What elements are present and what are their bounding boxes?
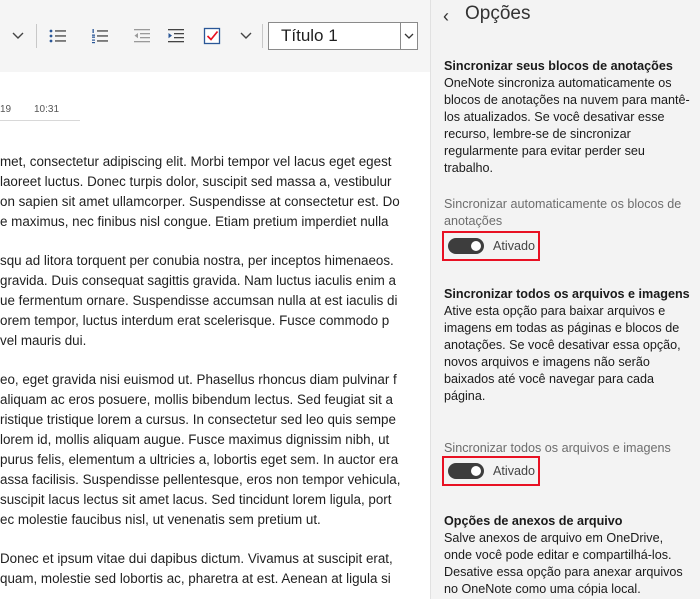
sync-files-toggle[interactable]: Ativado [442,456,540,486]
back-arrow-icon[interactable]: ‹ [443,6,449,27]
text-line: gravida. Duis consequat sagittis gravida… [0,273,396,288]
page-date: 19 [0,104,12,115]
text-line: suscipit lacus lectus sit amet lacus. Se… [0,492,392,507]
ribbon-toolbar: Título 1 [0,0,430,72]
attachments-heading: Opções de anexos de arquivo [444,514,623,528]
sync-files-section: Sincronizar todos os arquivos e imagens … [444,286,694,405]
sync-notebooks-section: Sincronizar seus blocos de anotações One… [444,58,694,177]
sync-notebooks-toggle-label: Sincronizar automaticamente os blocos de… [444,197,682,228]
chevron-down-icon[interactable] [400,23,417,49]
toggle-switch[interactable] [448,238,484,254]
text-line: laoreet luctus. Donec turpis dolor, susc… [0,174,392,189]
note-paragraph[interactable]: met, consectetur adipiscing elit. Morbi … [0,152,430,232]
sync-files-heading: Sincronizar todos os arquivos e imagens [444,287,690,301]
paragraph-style-value: Título 1 [281,26,338,45]
attachments-section: Opções de anexos de arquivo Salve anexos… [444,513,694,598]
text-line: squ ad litora torquent per conubia nostr… [0,253,394,268]
sync-files-description: Ative esta opção para baixar arquivos e … [444,304,681,403]
note-paragraph[interactable]: squ ad litora torquent per conubia nostr… [0,251,430,351]
attachments-description: Salve anexos de arquivo em OneDrive, ond… [444,531,683,596]
chevron-down-icon[interactable] [236,24,256,48]
sync-notebooks-toggle[interactable]: Ativado [442,231,540,261]
chevron-down-icon[interactable] [8,24,28,48]
text-line: lorem id, mollis aliquam augue. Fusce ma… [0,432,390,447]
toggle-state-label: Ativado [493,239,536,253]
panel-title: Opções [465,3,531,24]
text-line: assa facilisis. Suspendisse pellentesque… [0,472,401,487]
sync-files-toggle-label: Sincronizar todos os arquivos e imagens [444,441,671,455]
text-line: eo, eget gravida nisi euismod ut. Phasel… [0,372,397,387]
text-line: quam, molestie sed lobortis ac, pharetra… [0,571,391,586]
text-line: ristique tristique lorem a cursus. In co… [0,412,396,427]
todo-checkbox-icon[interactable] [200,24,224,48]
numbered-list-icon[interactable] [88,24,112,48]
bullet-list-icon[interactable] [46,24,70,48]
page-time: 10:31 [34,104,60,115]
note-body[interactable]: met, consectetur adipiscing elit. Morbi … [0,152,430,589]
options-panel: ‹ Opções Sincronizar seus blocos de anot… [430,0,700,599]
text-line: aliquam ac eros posuere, mollis bibendum… [0,392,394,407]
toolbar-divider [36,24,37,48]
title-underline [0,120,80,121]
toolbar-divider [262,24,263,48]
toggle-switch[interactable] [448,463,484,479]
text-line: orem tempor, luctus interdum erat sceler… [0,313,390,328]
toggle-knob [471,466,481,476]
text-line: met, consectetur adipiscing elit. Morbi … [0,154,392,169]
increase-indent-icon[interactable] [164,24,188,48]
text-line: ec molestie faucibus nisl, ut venenatis … [0,512,321,527]
text-line: purus felis, elementum a ultricies a, lo… [0,452,399,467]
text-line: vel mauris dui. [0,333,87,348]
toggle-knob [471,241,481,251]
text-line: on sapien sit amet ullamcorper. Suspendi… [0,194,400,209]
note-paragraph[interactable]: eo, eget gravida nisi euismod ut. Phasel… [0,370,430,530]
decrease-indent-icon[interactable] [130,24,154,48]
toggle-state-label: Ativado [493,464,536,478]
text-line: Donec et ipsum vitae dui dapibus dictum.… [0,551,393,566]
note-paragraph[interactable]: Donec et ipsum vitae dui dapibus dictum.… [0,549,430,589]
text-line: ue fermentum ornare. Suspendisse accumsa… [0,293,398,308]
sync-notebooks-description: OneNote sincroniza automaticamente os bl… [444,76,690,175]
paragraph-style-dropdown[interactable]: Título 1 [268,22,418,50]
sync-notebooks-heading: Sincronizar seus blocos de anotações [444,59,673,73]
page-canvas[interactable]: Título 1 19 10:31 met, consectetur adipi… [0,0,430,599]
text-line: e maximus, nec finibus nisl congue. Etia… [0,214,389,229]
